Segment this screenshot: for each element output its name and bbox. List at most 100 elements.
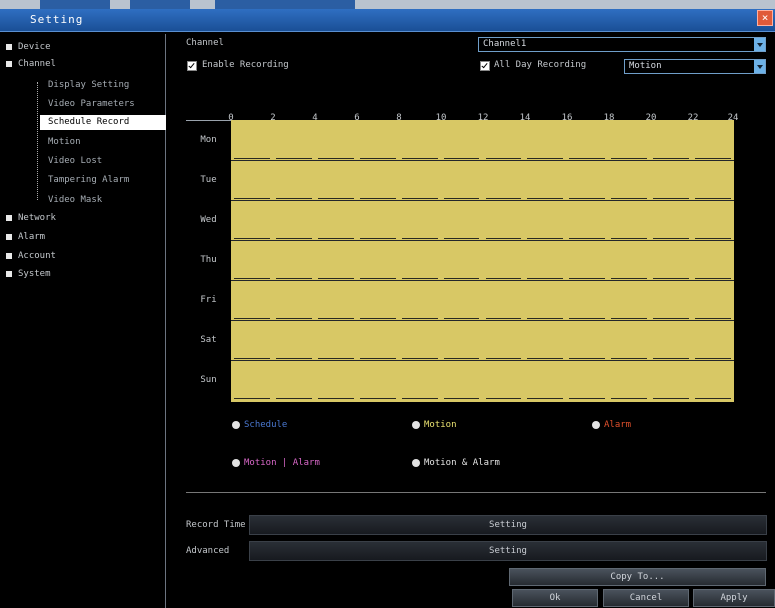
row-divider xyxy=(231,240,734,241)
schedule-grid[interactable]: Mon Tue Wed Thu Fri Sat Sun xyxy=(186,120,734,402)
day-label: Tue xyxy=(200,175,217,185)
folder-icon xyxy=(6,270,12,277)
hour-dash xyxy=(275,278,312,279)
hour-dash xyxy=(527,318,564,319)
legend-schedule: Schedule xyxy=(232,420,287,430)
hour-dash xyxy=(234,398,270,399)
title-bar: Setting xyxy=(0,9,775,32)
schedule-row-sat[interactable]: Sat xyxy=(186,320,734,360)
hour-dash xyxy=(485,158,522,159)
hour-dash xyxy=(695,318,731,319)
folder-icon xyxy=(6,60,12,67)
hour-dash xyxy=(317,398,354,399)
apply-button[interactable]: Apply xyxy=(693,589,775,607)
sidebar-item-label: Channel xyxy=(18,59,56,69)
channel-value: Channel1 xyxy=(483,39,527,49)
hour-dash xyxy=(695,278,731,279)
sidebar-item-channel[interactable]: Channel xyxy=(6,58,56,71)
sidebar-item-video-lost[interactable]: Video Lost xyxy=(20,154,102,169)
hour-dash xyxy=(527,158,564,159)
hour-dash xyxy=(275,158,312,159)
advanced-label: Advanced xyxy=(186,546,230,556)
advanced-setting-button[interactable]: Setting xyxy=(249,541,767,561)
legend-motion-or-alarm: Motion | Alarm xyxy=(232,458,320,468)
hour-dash xyxy=(275,318,312,319)
record-time-setting-button[interactable]: Setting xyxy=(249,515,767,535)
row-divider xyxy=(231,360,734,361)
top-strip-segment xyxy=(215,0,355,9)
legend-label: Alarm xyxy=(604,420,632,430)
hour-dash xyxy=(527,398,564,399)
hour-dash xyxy=(653,198,690,199)
hour-dash xyxy=(234,318,270,319)
legend-label: Motion | Alarm xyxy=(244,458,320,468)
schedule-row-sun[interactable]: Sun xyxy=(186,360,734,400)
folder-icon xyxy=(6,214,12,221)
hour-dash xyxy=(611,198,648,199)
sidebar-item-video-mask[interactable]: Video Mask xyxy=(20,193,102,208)
hour-dash xyxy=(695,158,731,159)
copy-to-button[interactable]: Copy To... xyxy=(509,568,766,586)
sidebar-item-device[interactable]: Device xyxy=(6,41,51,54)
hour-dash xyxy=(359,238,396,239)
sidebar-item-label: Account xyxy=(18,251,56,261)
ok-button[interactable]: Ok xyxy=(512,589,598,607)
sidebar-item-motion[interactable]: Motion xyxy=(20,135,81,150)
cancel-button[interactable]: Cancel xyxy=(603,589,689,607)
hour-dash xyxy=(443,398,480,399)
hour-dash xyxy=(401,398,438,399)
hour-dash xyxy=(653,318,690,319)
hour-dash xyxy=(653,238,690,239)
hour-dash xyxy=(317,358,354,359)
hour-dash xyxy=(359,198,396,199)
sidebar-item-schedule-record[interactable]: Schedule Record xyxy=(40,115,166,130)
hour-dash xyxy=(317,278,354,279)
sidebar-item-account[interactable]: Account xyxy=(6,250,56,263)
hour-dash xyxy=(275,198,312,199)
sidebar-item-network[interactable]: Network xyxy=(6,212,56,225)
hour-dash xyxy=(234,358,270,359)
sidebar-item-video-parameters[interactable]: Video Parameters xyxy=(20,97,135,112)
legend-alarm: Alarm xyxy=(592,420,631,430)
sidebar-item-system[interactable]: System xyxy=(6,268,51,281)
allday-mode-select[interactable]: Motion xyxy=(624,59,766,74)
schedule-row-tue[interactable]: Tue xyxy=(186,160,734,200)
hour-dash xyxy=(653,358,690,359)
hour-dash xyxy=(401,358,438,359)
hour-dash xyxy=(569,358,606,359)
chevron-down-icon[interactable] xyxy=(754,38,765,51)
hour-dash xyxy=(401,238,438,239)
schedule-row-thu[interactable]: Thu xyxy=(186,240,734,280)
close-button[interactable]: × xyxy=(757,10,773,26)
allday-recording-checkbox[interactable] xyxy=(480,61,490,71)
sidebar-item-tampering-alarm[interactable]: Tampering Alarm xyxy=(20,173,129,188)
hour-dash xyxy=(527,278,564,279)
top-strip-segment xyxy=(40,0,110,9)
legend-dot-icon xyxy=(412,420,420,429)
sidebar-item-label: Alarm xyxy=(18,232,46,242)
hour-dash xyxy=(317,158,354,159)
sidebar-item-display-setting[interactable]: Display Setting xyxy=(20,78,129,93)
chevron-down-icon[interactable] xyxy=(754,60,765,73)
hour-dash xyxy=(485,278,522,279)
schedule-row-fri[interactable]: Fri xyxy=(186,280,734,320)
legend-label: Schedule xyxy=(244,420,288,430)
legend-dot-icon xyxy=(592,420,600,429)
legend-motion: Motion xyxy=(412,420,457,430)
hour-dash xyxy=(317,238,354,239)
hour-dash xyxy=(695,398,731,399)
sidebar-item-alarm[interactable]: Alarm xyxy=(6,231,45,244)
row-divider xyxy=(231,280,734,281)
schedule-row-wed[interactable]: Wed xyxy=(186,200,734,240)
hour-dash xyxy=(485,358,522,359)
hour-dash xyxy=(527,238,564,239)
channel-select[interactable]: Channel1 xyxy=(478,37,766,52)
schedule-row-mon[interactable]: Mon xyxy=(186,120,734,160)
enable-recording-checkbox[interactable] xyxy=(187,61,197,71)
top-strip xyxy=(0,0,775,9)
hour-dash xyxy=(611,158,648,159)
hour-dash xyxy=(401,158,438,159)
hour-dash xyxy=(611,358,648,359)
section-divider xyxy=(186,492,766,493)
hour-dash xyxy=(653,278,690,279)
